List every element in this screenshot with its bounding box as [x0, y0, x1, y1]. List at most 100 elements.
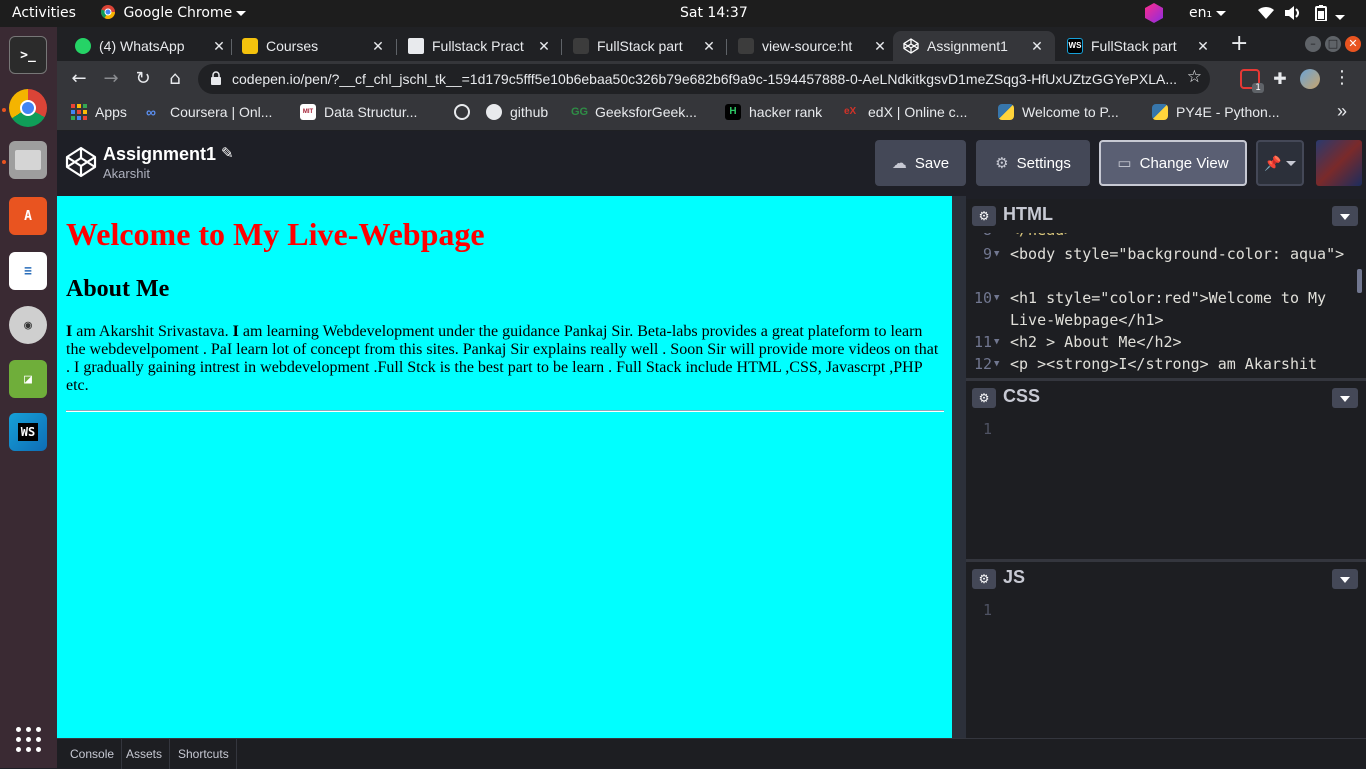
- close-icon[interactable]: ✕: [872, 38, 888, 55]
- gear-icon: ⚙: [995, 155, 1009, 172]
- code-line: </head>: [1010, 233, 1350, 241]
- pencil-icon[interactable]: ✎: [221, 144, 234, 162]
- fold-arrow-icon[interactable]: ▼: [994, 287, 999, 309]
- gear-icon[interactable]: ⚙: [972, 388, 996, 408]
- bookmark-star-icon[interactable]: ☆: [1187, 67, 1202, 87]
- chevron-down-icon[interactable]: [1332, 206, 1358, 226]
- change-view-button[interactable]: ▭ Change View: [1099, 140, 1247, 186]
- address-bar[interactable]: codepen.io/pen/?__cf_chl_jschl_tk__=1d17…: [198, 64, 1210, 94]
- home-button[interactable]: ⌂: [163, 67, 187, 91]
- bookmark-welcome-python[interactable]: Welcome to P...: [998, 104, 1119, 120]
- clock[interactable]: Sat 14:37: [680, 5, 748, 21]
- chevron-down-icon: [1335, 14, 1346, 20]
- tray-app-icon[interactable]: [1145, 3, 1163, 23]
- software-center-icon[interactable]: A: [9, 197, 47, 235]
- webstorm-icon[interactable]: WS: [9, 413, 47, 451]
- console-button[interactable]: Console: [63, 739, 123, 769]
- bookmark-geeksforgeeks[interactable]: GG GeeksforGeek...: [571, 104, 697, 120]
- close-window-button[interactable]: ✕: [1345, 36, 1361, 52]
- gear-icon[interactable]: ⚙: [972, 569, 996, 589]
- activities-button[interactable]: Activities: [12, 5, 76, 21]
- minimize-button[interactable]: –: [1305, 36, 1321, 52]
- image-viewer-icon[interactable]: ◪: [9, 360, 47, 398]
- fold-arrow-icon[interactable]: ▼: [994, 331, 999, 353]
- codepen-footer: Console Assets Shortcuts: [57, 738, 1366, 769]
- bookmark-label: edX | Online c...: [868, 104, 968, 120]
- save-button[interactable]: ☁ Save: [875, 140, 966, 186]
- gear-icon[interactable]: ⚙: [972, 206, 996, 226]
- assets-button[interactable]: Assets: [119, 739, 171, 769]
- bookmark-github[interactable]: github: [486, 104, 548, 120]
- pen-title[interactable]: Assignment1: [103, 144, 216, 165]
- chrome-icon: [101, 5, 115, 19]
- reload-button[interactable]: ↻: [131, 67, 155, 91]
- volume-icon[interactable]: [1285, 6, 1301, 24]
- chrome-menu-icon[interactable]: ⋮: [1332, 69, 1352, 89]
- settings-button[interactable]: ⚙ Settings: [976, 140, 1090, 186]
- shortcuts-button[interactable]: Shortcuts: [171, 739, 237, 769]
- chevron-down-icon[interactable]: [1332, 388, 1358, 408]
- maximize-button[interactable]: □: [1325, 36, 1341, 52]
- back-button[interactable]: ←: [67, 67, 91, 91]
- writer-icon[interactable]: ≡: [9, 252, 47, 290]
- user-avatar[interactable]: [1316, 140, 1362, 186]
- running-indicator: [2, 108, 6, 112]
- language-indicator[interactable]: en₁: [1189, 5, 1227, 21]
- app-menu[interactable]: Google Chrome: [101, 5, 247, 21]
- extension-icon[interactable]: 1: [1240, 69, 1264, 93]
- wifi-icon[interactable]: [1258, 6, 1274, 24]
- bookmark-label: PY4E - Python...: [1176, 104, 1280, 120]
- tab-fullstack-part-1[interactable]: FullStack part ✕: [573, 31, 717, 61]
- bookmark-hackerrank[interactable]: H hacker rank: [725, 104, 822, 120]
- css-code-area[interactable]: 1: [966, 418, 1366, 553]
- chevron-down-icon: [1285, 160, 1296, 166]
- bookmark-label: GeeksforGeek...: [595, 104, 697, 120]
- bookmark-apps[interactable]: Apps: [71, 104, 127, 120]
- profile-avatar-icon[interactable]: [1300, 69, 1320, 89]
- code-line: <p ><strong>I</strong> am Akarshit: [1010, 355, 1318, 373]
- pin-menu-button[interactable]: 📌: [1256, 140, 1304, 186]
- bookmark-py4e[interactable]: PY4E - Python...: [1152, 104, 1280, 120]
- new-tab-button[interactable]: +: [1230, 31, 1248, 56]
- show-applications-icon[interactable]: [16, 727, 42, 753]
- bookmark-coursera[interactable]: ∞ Coursera | Onl...: [146, 104, 272, 120]
- more-bookmarks-button[interactable]: »: [1337, 101, 1347, 122]
- pane-resizer[interactable]: [952, 196, 966, 738]
- puzzle-icon[interactable]: ✚: [1270, 69, 1290, 89]
- code-line: <h2 > About Me</h2>: [1010, 333, 1182, 351]
- github-icon: [486, 104, 502, 120]
- close-icon[interactable]: ✕: [701, 38, 717, 55]
- fold-arrow-icon[interactable]: ▼: [994, 243, 999, 265]
- files-icon[interactable]: [9, 141, 47, 179]
- battery-icon[interactable]: [1315, 5, 1346, 25]
- tab-fullstack-practice[interactable]: Fullstack Pract ✕: [408, 31, 552, 61]
- tab-assignment1[interactable]: Assignment1 ✕: [893, 31, 1055, 61]
- bookmark-data-structures[interactable]: MIT Data Structur...: [300, 104, 417, 120]
- close-icon[interactable]: ✕: [211, 38, 227, 55]
- close-icon[interactable]: ✕: [1195, 38, 1211, 55]
- bookmark-globe[interactable]: [454, 104, 470, 120]
- codepen-logo-icon[interactable]: [65, 146, 97, 178]
- tab-label: Fullstack Pract: [432, 38, 524, 54]
- pen-author[interactable]: Akarshit: [103, 166, 150, 181]
- tab-whatsapp[interactable]: (4) WhatsApp ✕: [75, 31, 227, 61]
- editor-scrollbar[interactable]: [1357, 269, 1362, 293]
- bookmark-edx[interactable]: eX edX | Online c...: [844, 104, 967, 120]
- chrome-dock-icon[interactable]: [9, 89, 47, 127]
- line-number: 11: [973, 333, 992, 351]
- html-code-area[interactable]: 8 </head> 9 ▼ <body style="background-co…: [966, 233, 1366, 378]
- tab-courses[interactable]: Courses ✕: [242, 31, 386, 61]
- tab-view-source[interactable]: view-source:ht ✕: [738, 31, 888, 61]
- terminal-icon[interactable]: >_: [9, 36, 47, 74]
- tab-fullstack-part-2[interactable]: WS FullStack part ✕: [1067, 31, 1211, 61]
- close-icon[interactable]: ✕: [370, 38, 386, 55]
- chevron-down-icon[interactable]: [1332, 569, 1358, 589]
- apps-grid-icon: [71, 104, 87, 120]
- close-icon[interactable]: ✕: [536, 38, 552, 55]
- forward-button[interactable]: →: [99, 67, 123, 91]
- running-indicator: [2, 160, 6, 164]
- js-code-area[interactable]: 1: [966, 599, 1366, 734]
- rhythmbox-icon[interactable]: ◉: [9, 306, 47, 344]
- fold-arrow-icon[interactable]: ▼: [994, 353, 999, 375]
- close-icon[interactable]: ✕: [1029, 38, 1045, 55]
